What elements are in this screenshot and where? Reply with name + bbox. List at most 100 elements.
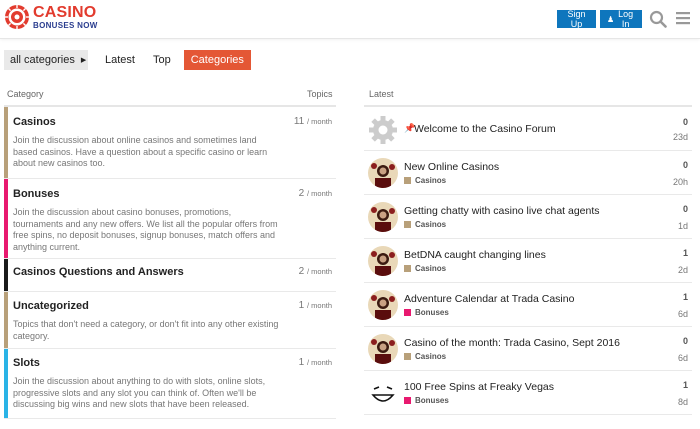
category-color-bar (4, 259, 8, 291)
topic-category-label: Bonuses (415, 396, 449, 405)
topic-title[interactable]: Casino of the month: Trada Casino, Sept … (404, 337, 620, 349)
topic-category[interactable]: Casinos (404, 264, 446, 273)
category-row-slots[interactable]: Slots 1 / month Join the discussion abou… (4, 349, 336, 419)
category-color-bar (4, 179, 8, 258)
latest-column-header: Latest (369, 89, 394, 99)
count-unit: / month (306, 358, 332, 367)
category-column-header: Category (7, 89, 44, 99)
category-name[interactable]: Slots (13, 357, 40, 369)
category-topic-count: 1 / month (299, 357, 332, 368)
topic-category[interactable]: Casinos (404, 220, 446, 229)
topic-row[interactable]: Casino of the month: Trada Casino, Sept … (364, 327, 692, 371)
topic-age: 2d (677, 265, 688, 275)
roulette-wheel-icon (5, 5, 29, 29)
topic-row[interactable]: 100 Free Spins at Freaky Vegas Bonuses 1… (364, 371, 692, 415)
count-value: 1 (298, 300, 305, 311)
logo-sub-text: BONUSES NOW (33, 20, 98, 30)
category-row-uncategorized[interactable]: Uncategorized 1 / month Topics that don'… (4, 292, 336, 349)
category-square-icon (404, 265, 411, 272)
user-icon: ♟ (607, 14, 615, 24)
topic-title[interactable]: Adventure Calendar at Trada Casino (404, 293, 574, 305)
category-color-bar (4, 349, 8, 418)
count-unit: / month (306, 117, 332, 126)
topic-title[interactable]: 100 Free Spins at Freaky Vegas (404, 381, 554, 393)
user-avatar (368, 246, 398, 276)
topic-row-welcome[interactable]: 📌 Welcome to the Casino Forum 0 23d (364, 107, 692, 151)
topics-column-header: Topics (307, 89, 333, 99)
category-topic-count: 11 / month (294, 116, 332, 127)
user-avatar (368, 158, 398, 188)
category-color-bar (4, 292, 8, 348)
caret-right-icon: ▶ (80, 57, 87, 64)
topic-age: 6d (677, 353, 688, 363)
category-topic-count: 2 / month (299, 266, 332, 277)
topic-title[interactable]: Getting chatty with casino live chat age… (404, 205, 600, 217)
category-color-bar (4, 107, 8, 178)
category-square-icon (404, 397, 411, 404)
topic-age: 8d (677, 397, 688, 407)
tab-top[interactable]: Top (146, 50, 178, 70)
category-name[interactable]: Casinos (13, 116, 56, 128)
topic-reply-count: 1 (682, 248, 688, 258)
topic-age: 23d (672, 132, 688, 142)
category-description: Join the discussion about anything to do… (13, 376, 266, 409)
count-unit: / month (306, 189, 332, 198)
category-topic-count: 1 / month (299, 300, 332, 311)
category-name[interactable]: Uncategorized (13, 300, 89, 312)
count-unit: / month (306, 267, 332, 276)
topic-title[interactable]: New Online Casinos (404, 161, 499, 173)
log-in-button[interactable]: ♟ Log In (600, 9, 642, 29)
category-square-icon (404, 177, 411, 184)
category-row-casinos-qa[interactable]: Casinos Questions and Answers 2 / month (4, 259, 336, 292)
category-description: Join the discussion about online casinos… (13, 135, 268, 168)
category-description: Topics that don't need a category, or do… (13, 319, 279, 341)
log-in-label: Log In (618, 9, 634, 29)
topic-category-label: Casinos (415, 264, 447, 273)
topic-reply-count: 0 (682, 336, 688, 346)
topic-row[interactable]: New Online Casinos Casinos 0 20h (364, 151, 692, 195)
topic-reply-count: 0 (682, 117, 688, 127)
category-square-icon (404, 221, 411, 228)
topic-title[interactable]: Welcome to the Casino Forum (414, 123, 556, 135)
topic-category-label: Bonuses (415, 308, 449, 317)
navigation-bar: all categories ▶ Latest Top Categories (4, 50, 251, 70)
tab-categories[interactable]: Categories (183, 50, 251, 70)
count-value: 2 (298, 266, 305, 277)
sign-up-label: Sign Up (567, 9, 586, 29)
sign-up-button[interactable]: Sign Up (557, 9, 596, 29)
topic-reply-count: 1 (682, 380, 688, 390)
topic-category[interactable]: Bonuses (404, 396, 449, 405)
category-dropdown[interactable]: all categories ▶ (4, 50, 88, 70)
category-row-casinos[interactable]: Casinos 11 / month Join the discussion a… (4, 107, 336, 179)
topic-age: 1d (677, 221, 688, 231)
topic-reply-count: 0 (682, 204, 688, 214)
category-square-icon (404, 353, 411, 360)
gear-icon (369, 116, 397, 144)
site-logo[interactable]: CASINO BONUSES NOW (4, 4, 98, 30)
topic-age: 6d (677, 309, 688, 319)
topic-category-label: Casinos (415, 220, 447, 229)
category-name[interactable]: Casinos Questions and Answers (13, 266, 184, 278)
hamburger-menu-icon[interactable] (676, 11, 690, 25)
logo-main-text: CASINO (33, 3, 97, 21)
topic-age: 20h (672, 177, 688, 187)
topic-row[interactable]: BetDNA caught changing lines Casinos 1 2… (364, 239, 692, 283)
tab-latest[interactable]: Latest (98, 50, 142, 70)
smiley-avatar (368, 377, 398, 407)
category-dropdown-label: all categories (10, 54, 75, 66)
user-avatar (368, 290, 398, 320)
topic-category[interactable]: Casinos (404, 176, 446, 185)
topic-category[interactable]: Bonuses (404, 308, 449, 317)
category-square-icon (404, 309, 411, 316)
count-value: 2 (298, 188, 305, 199)
topic-row[interactable]: Getting chatty with casino live chat age… (364, 195, 692, 239)
category-row-bonuses[interactable]: Bonuses 2 / month Join the discussion ab… (4, 179, 336, 259)
category-name[interactable]: Bonuses (13, 188, 59, 200)
search-icon[interactable] (649, 10, 667, 28)
count-value: 1 (298, 357, 305, 368)
topic-category[interactable]: Casinos (404, 352, 446, 361)
topic-category-label: Casinos (415, 176, 447, 185)
topic-category-label: Casinos (415, 352, 447, 361)
topic-title[interactable]: BetDNA caught changing lines (404, 249, 546, 261)
topic-row[interactable]: Adventure Calendar at Trada Casino Bonus… (364, 283, 692, 327)
